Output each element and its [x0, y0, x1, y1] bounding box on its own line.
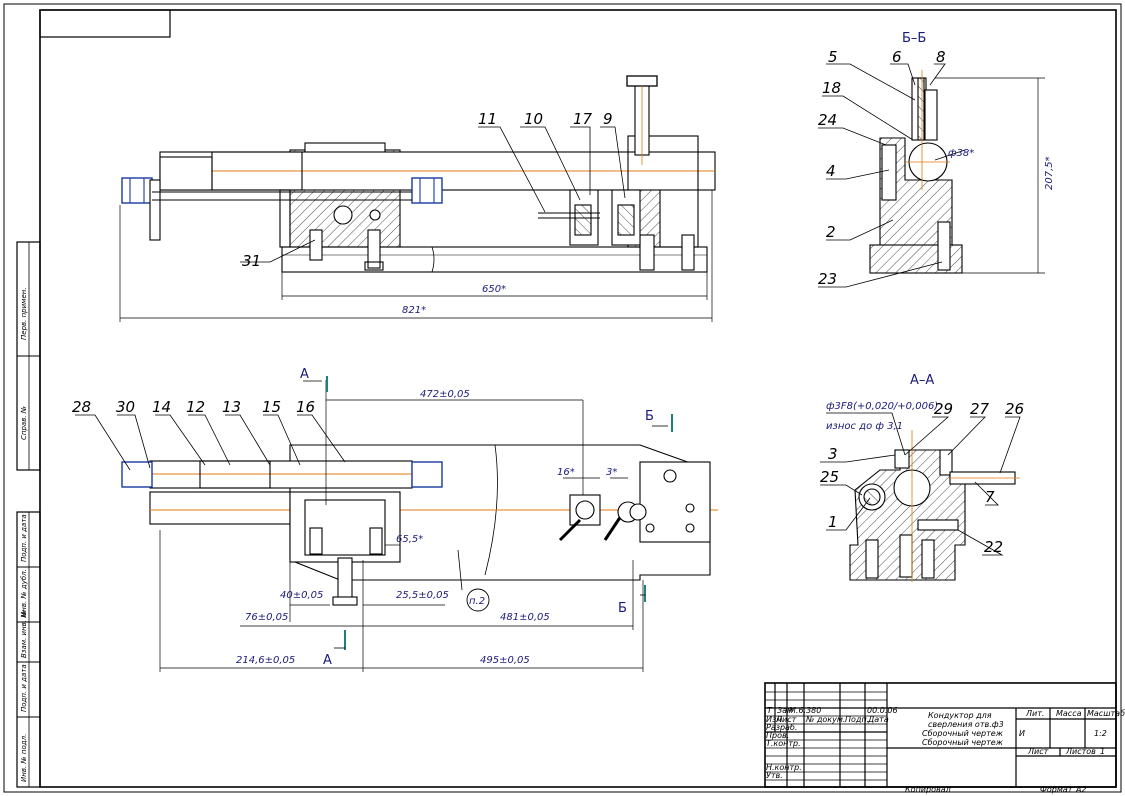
cut-letter-a-bottom: А	[323, 653, 332, 668]
callout-6: 6	[892, 48, 902, 66]
side-stamp-label: Инв. № подл.	[20, 734, 28, 782]
callout-17: 17	[573, 110, 593, 128]
callout-24: 24	[818, 111, 837, 129]
callout-12: 12	[186, 398, 205, 416]
callout-13: 13	[222, 398, 241, 416]
side-stamp-label: Подп. и дата	[20, 514, 28, 562]
side-stamp-label: Справ. №	[20, 406, 28, 440]
section-bb-title: Б–Б	[902, 31, 926, 46]
cut-letter-b-bottom: Б	[618, 601, 627, 616]
plan-view	[75, 376, 718, 672]
callout-25: 25	[820, 468, 839, 486]
cut-letter-b-top: Б	[645, 409, 654, 424]
callout-14: 14	[152, 398, 171, 416]
lit-value: И	[1019, 729, 1025, 738]
scale-value: 1:2	[1094, 729, 1107, 738]
dim-76: 76±0,05	[245, 612, 288, 623]
cut-letter-a-top: А	[300, 367, 309, 382]
format-value: А2	[1075, 785, 1087, 794]
callout-8: 8	[936, 48, 946, 66]
drawing-frame	[3, 3, 1122, 793]
role-cell: Утв.	[766, 771, 783, 780]
dim-481: 481±0,05	[500, 612, 550, 623]
dim-821: 821*	[402, 305, 426, 316]
callout-29: 29	[934, 400, 953, 418]
dim-214-6: 214,6±0,05	[236, 655, 295, 666]
rev-cell: Т	[767, 706, 773, 715]
sheet-label: Лист	[1027, 747, 1049, 756]
callout-31: 31	[242, 252, 261, 270]
callout-1: 1	[828, 513, 838, 531]
dim-65-5: 65,5*	[396, 534, 423, 545]
callout-26: 26	[1005, 400, 1024, 418]
fit-label: ф3F8(+0,020/+0,006)	[826, 401, 938, 412]
callout-2: 2	[826, 223, 836, 241]
side-stamp-label: Подп. и дата	[20, 664, 28, 712]
side-stamp-label: Перв. примен.	[20, 287, 28, 340]
section-bb-view	[818, 63, 1045, 288]
callout-10: 10	[524, 110, 543, 128]
section-aa-title: А–А	[910, 373, 934, 388]
side-stamp: Перв. примен. Справ. № Подп. и дата Инв.…	[16, 241, 41, 788]
callout-11: 11	[478, 110, 497, 128]
dim-472: 472±0,05	[420, 389, 470, 400]
title-line: сверления отв.ф3	[928, 720, 1004, 729]
callout-22: 22	[984, 538, 1003, 556]
scale-label: Масштаб	[1087, 709, 1125, 718]
dim-650: 650*	[482, 284, 506, 295]
front-view	[119, 75, 716, 322]
header-cell: Подп.	[845, 715, 869, 724]
title-line: Сборочный чертеж	[922, 729, 1004, 738]
dim-495: 495±0,05	[480, 655, 530, 666]
callout-30: 30	[116, 398, 135, 416]
rev-cell: 00.0.06	[867, 706, 898, 715]
callout-4: 4	[826, 162, 836, 180]
header-cell: Дата	[867, 715, 889, 724]
dim-3: 3*	[606, 467, 617, 478]
sheets-label: Листов	[1065, 747, 1096, 756]
note-p2: п.2	[469, 596, 485, 607]
mass-label: Масса	[1056, 709, 1082, 718]
callout-23: 23	[818, 270, 837, 288]
dim-16: 16*	[557, 467, 575, 478]
callout-15: 15	[262, 398, 281, 416]
callout-18: 18	[822, 79, 841, 97]
dim-207-5: 207,5*	[1044, 156, 1055, 190]
role-cell: Т.контр.	[766, 739, 801, 748]
title-line: Кондуктор для	[928, 711, 992, 720]
dim-40: 40±0,05	[280, 590, 323, 601]
assembly-drawing: Перв. примен. Справ. № Подп. и дата Инв.…	[3, 3, 1125, 794]
copied-label: Копировал	[905, 785, 951, 794]
callout-5: 5	[828, 48, 838, 66]
side-stamp-label: Инв. № дубл.	[20, 569, 28, 617]
title-line: Сборочный чертеж	[922, 738, 1004, 747]
dim-25-5: 25,5±0,05	[396, 590, 449, 601]
sheets-value: 1	[1100, 747, 1105, 756]
wear-label: износ до ф 3,1	[826, 421, 903, 432]
callout-16: 16	[296, 398, 315, 416]
callout-7: 7	[985, 488, 995, 506]
format-label: Формат	[1040, 785, 1073, 794]
dim-38: ф38*	[948, 148, 974, 159]
rev-cell: М.6.380	[789, 706, 821, 715]
header-cell: № докум.	[805, 715, 845, 724]
callout-27: 27	[970, 400, 990, 418]
side-stamp-label: Взам. инв. №	[20, 610, 28, 658]
callout-9: 9	[603, 110, 613, 128]
callout-3: 3	[828, 445, 838, 463]
callout-28: 28	[72, 398, 91, 416]
lit-label: Лит.	[1025, 709, 1044, 718]
